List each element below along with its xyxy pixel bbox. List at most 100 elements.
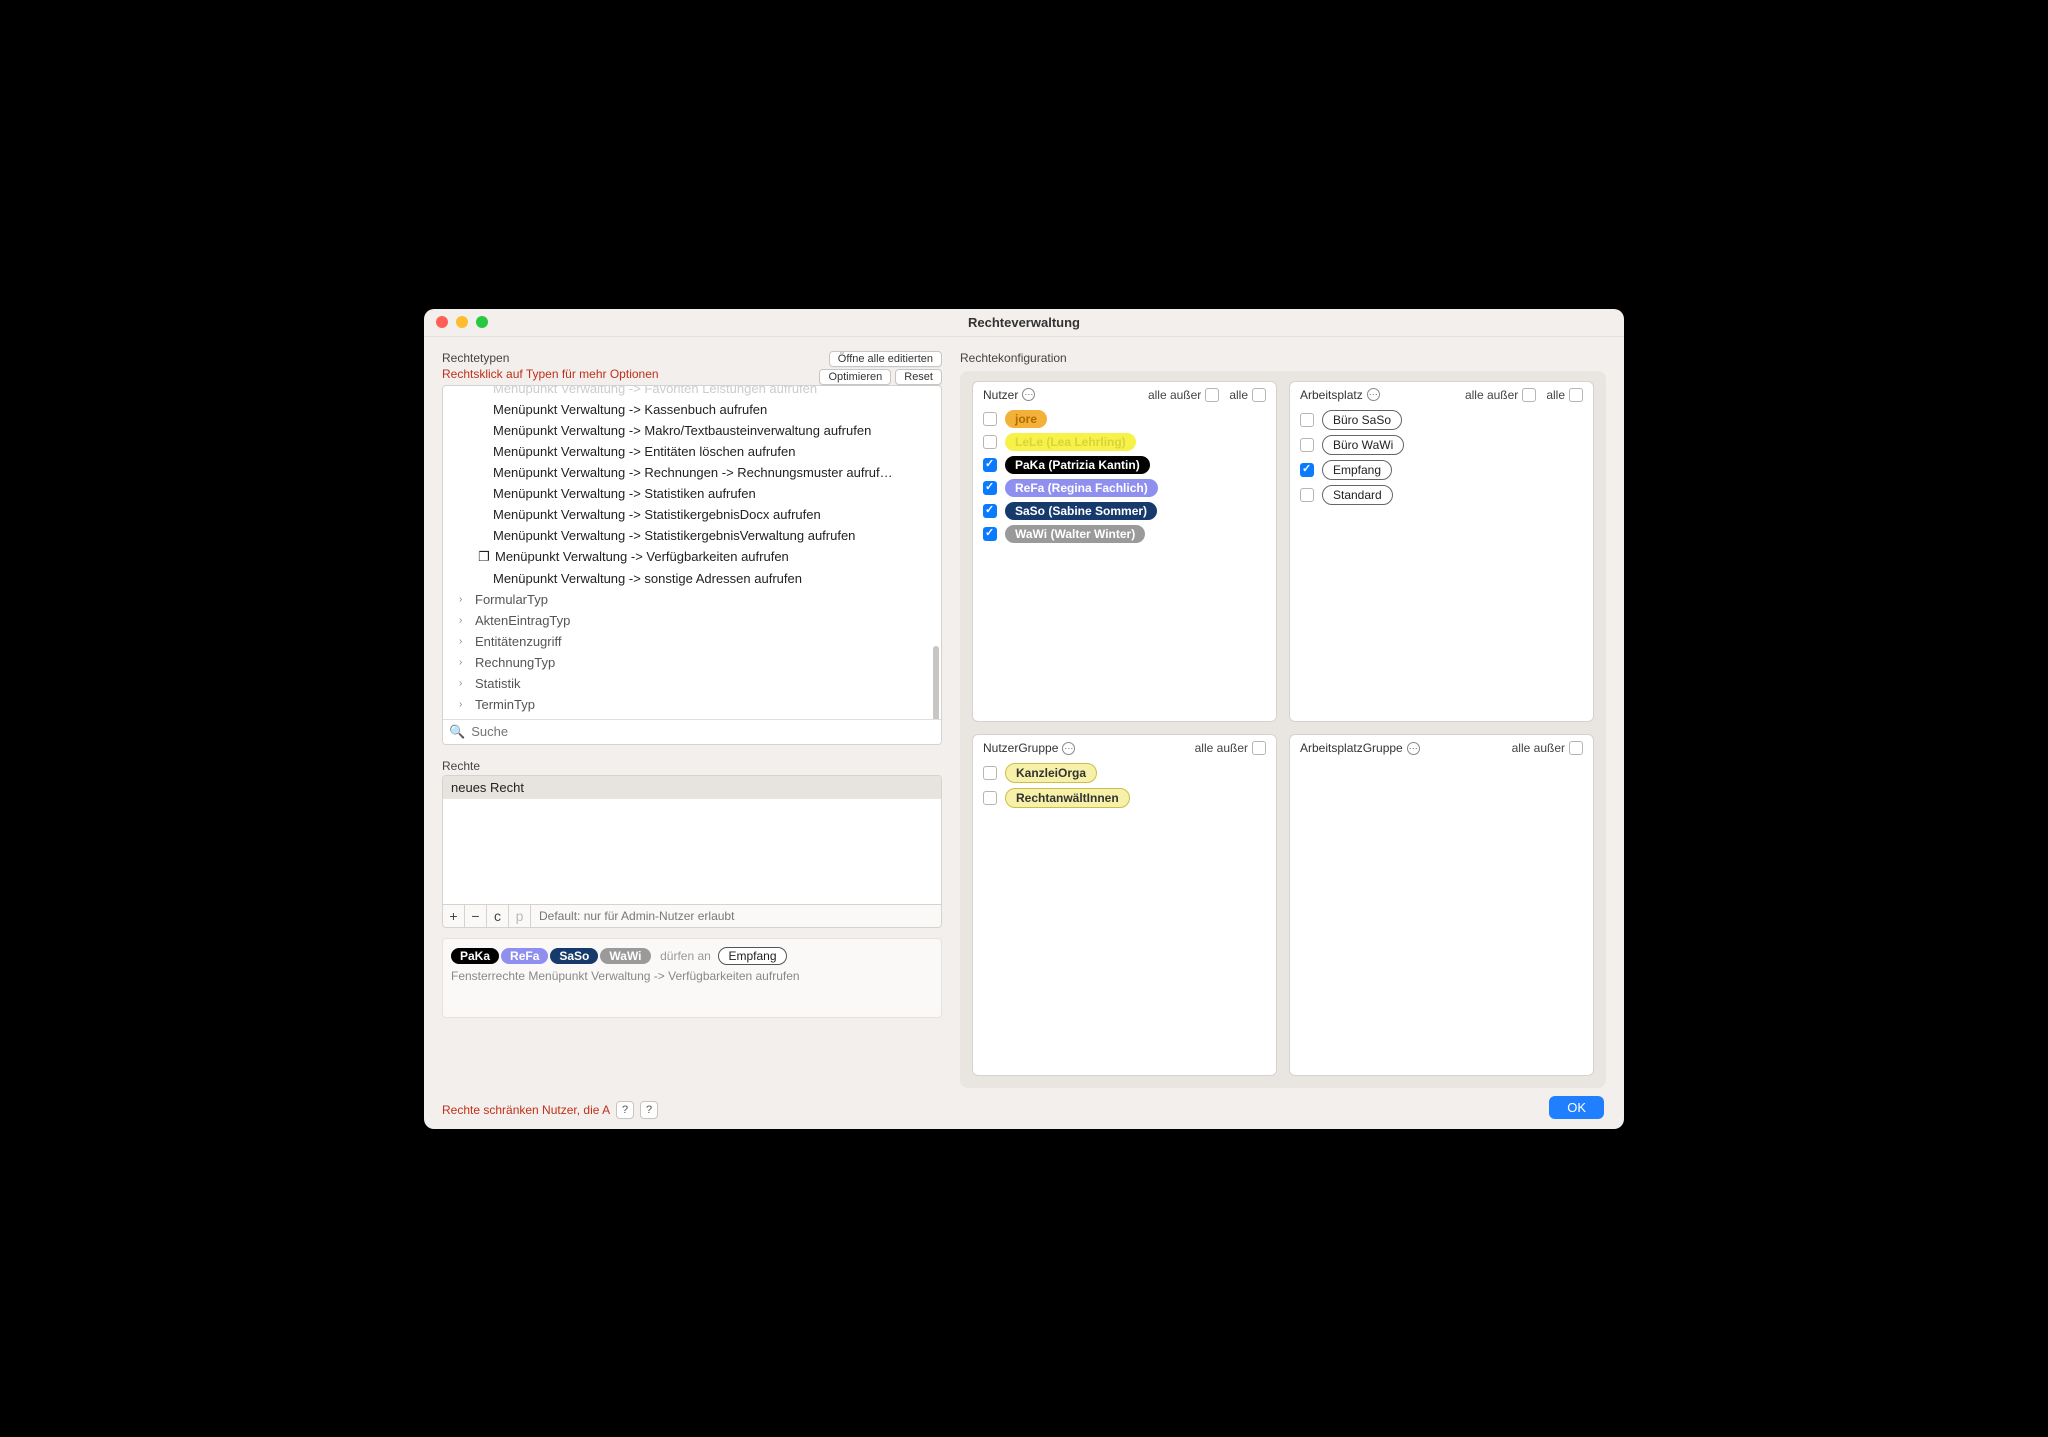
reset-button[interactable]: Reset [895, 369, 942, 385]
more-icon[interactable]: ⋯ [1367, 388, 1380, 401]
arbeitsplatz-row: Büro SaSo [1300, 410, 1583, 430]
help-button-2[interactable]: ? [640, 1101, 658, 1119]
arbeitsplatz-tag[interactable]: Standard [1322, 485, 1393, 505]
open-all-edited-button[interactable]: Öffne alle editierten [829, 351, 942, 367]
nutzergruppe-tag[interactable]: RechtanwältInnen [1005, 788, 1130, 808]
arbeitsplatz-checkbox[interactable] [1300, 438, 1314, 452]
tree-item-selected[interactable]: ❐ Menüpunkt Verwaltung -> Verfügbarkeite… [443, 546, 941, 568]
more-icon[interactable]: ⋯ [1062, 742, 1075, 755]
nutzergruppe-alle-ausser-checkbox[interactable] [1252, 741, 1266, 755]
nutzer-checkbox[interactable] [983, 412, 997, 426]
arbeitsplatz-row: Standard [1300, 485, 1583, 505]
tree-group[interactable]: › Statistik [443, 673, 941, 694]
tree-group[interactable]: ›Verschiedenes [443, 715, 941, 719]
scrollbar-thumb[interactable] [933, 646, 939, 719]
p-button[interactable]: p [509, 905, 531, 927]
chevron-right-icon: › [459, 636, 469, 647]
arbeitsplatz-checkbox[interactable] [1300, 488, 1314, 502]
arbeitsplatz-checkbox[interactable] [1300, 413, 1314, 427]
tree-item[interactable]: Menüpunkt Verwaltung -> Statistiken aufr… [443, 483, 941, 504]
nutzer-checkbox[interactable] [983, 458, 997, 472]
add-button[interactable]: + [443, 905, 465, 927]
nutzer-checkbox[interactable] [983, 504, 997, 518]
nutzer-alle-checkbox[interactable] [1252, 388, 1266, 402]
chevron-right-icon: › [459, 678, 469, 689]
nutzergruppe-checkbox[interactable] [983, 766, 997, 780]
tree-item-cut[interactable]: Menüpunkt Verwaltung -> Favoriten Leistu… [443, 386, 941, 399]
tree-group[interactable]: ›AktenEintragTyp [443, 610, 941, 631]
arbeitsplatz-tag[interactable]: Empfang [1322, 460, 1392, 480]
nutzer-alle-ausser-checkbox[interactable] [1205, 388, 1219, 402]
ok-button[interactable]: OK [1549, 1096, 1604, 1119]
nutzer-checkbox[interactable] [983, 527, 997, 541]
arbeitsplatz-tag[interactable]: Büro WaWi [1322, 435, 1404, 455]
tree-item[interactable]: Menüpunkt Verwaltung -> sonstige Adresse… [443, 568, 941, 589]
more-icon[interactable]: ⋯ [1022, 388, 1035, 401]
tree-item[interactable]: Menüpunkt Verwaltung -> Rechnungen -> Re… [443, 462, 941, 483]
arbeitsplatz-title: Arbeitsplatz [1300, 388, 1363, 402]
alle-ausser-label: alle außer [1465, 388, 1518, 402]
tree-item[interactable]: Menüpunkt Verwaltung -> Kassenbuch aufru… [443, 399, 941, 420]
search-icon: 🔍 [449, 724, 465, 740]
nutzer-tag[interactable]: PaKa (Patrizia Kantin) [1005, 456, 1150, 474]
arbeitsplatzgruppe-alle-ausser-checkbox[interactable] [1569, 741, 1583, 755]
nutzer-checkbox[interactable] [983, 435, 997, 449]
c-button[interactable]: c [487, 905, 509, 927]
tree-group-label: Statistik [475, 676, 521, 691]
optimize-button[interactable]: Optimieren [819, 369, 891, 385]
nutzergruppe-title: NutzerGruppe [983, 741, 1058, 755]
nutzer-row: SaSo (Sabine Sommer) [983, 502, 1266, 520]
tree-item[interactable]: Menüpunkt Verwaltung -> Statistikergebni… [443, 504, 941, 525]
help-button-1[interactable]: ? [616, 1101, 634, 1119]
tree-item[interactable]: Menüpunkt Verwaltung -> Statistikergebni… [443, 525, 941, 546]
nutzer-tag[interactable]: jore [1005, 410, 1047, 428]
rechte-list-item[interactable]: neues Recht [443, 776, 941, 799]
summary-pill: PaKa [451, 948, 499, 964]
tree-group-label: RechnungTyp [475, 655, 555, 670]
rechte-label: Rechte [442, 759, 942, 773]
tree-group[interactable]: ›TerminTyp [443, 694, 941, 715]
default-text: Default: nur für Admin-Nutzer erlaubt [531, 909, 941, 923]
alle-ausser-label: alle außer [1512, 741, 1565, 755]
rechte-list[interactable]: neues Recht [442, 775, 942, 905]
tree-item[interactable]: Menüpunkt Verwaltung -> Entitäten lösche… [443, 441, 941, 462]
nutzer-tag[interactable]: ReFa (Regina Fachlich) [1005, 479, 1158, 497]
nutzergruppe-tag[interactable]: KanzleiOrga [1005, 763, 1097, 783]
arbeitsplatzgruppe-title: ArbeitsplatzGruppe [1300, 741, 1403, 755]
arbeitsplatzgruppe-card: ArbeitsplatzGruppe ⋯ alle außer [1289, 734, 1594, 1076]
nutzer-tag[interactable]: SaSo (Sabine Sommer) [1005, 502, 1157, 520]
summary-box: PaKaReFaSaSoWaWi dürfen an Empfang Fenst… [442, 938, 942, 1018]
nutzer-row: ReFa (Regina Fachlich) [983, 479, 1266, 497]
summary-pill: WaWi [600, 948, 650, 964]
tree-group[interactable]: › FormularTyp [443, 589, 941, 610]
nutzer-tag[interactable]: WaWi (Walter Winter) [1005, 525, 1145, 543]
tree-group-label: TerminTyp [475, 697, 535, 712]
tree-group-label: Verschiedenes [475, 718, 560, 719]
tree-item[interactable]: Menüpunkt Verwaltung -> Makro/Textbauste… [443, 420, 941, 441]
tree-group-label: FormularTyp [475, 592, 548, 607]
tree-item-label: Menüpunkt Verwaltung -> Verfügbarkeiten … [495, 549, 789, 564]
alle-label: alle [1546, 388, 1565, 402]
chevron-right-icon: › [459, 594, 469, 605]
alle-ausser-label: alle außer [1195, 741, 1248, 755]
tree-group[interactable]: › Entitätenzugriff [443, 631, 941, 652]
arbeitsplatz-card: Arbeitsplatz ⋯ alle außer alle Büro SaSo… [1289, 381, 1594, 723]
tree-group[interactable]: ›RechnungTyp [443, 652, 941, 673]
more-icon[interactable]: ⋯ [1407, 742, 1420, 755]
nutzer-card: Nutzer ⋯ alle außer alle joreLeLe (Lea L… [972, 381, 1277, 723]
summary-description: Fensterrechte Menüpunkt Verwaltung -> Ve… [451, 969, 933, 983]
rechtetypen-tree[interactable]: Menüpunkt Verwaltung -> Favoriten Leistu… [442, 385, 942, 745]
nutzergruppe-card: NutzerGruppe ⋯ alle außer KanzleiOrga Rec… [972, 734, 1277, 1076]
arbeitsplatz-row: Empfang [1300, 460, 1583, 480]
arbeitsplatz-alle-ausser-checkbox[interactable] [1522, 388, 1536, 402]
nutzer-checkbox[interactable] [983, 481, 997, 495]
tree-group-label: Entitätenzugriff [475, 634, 561, 649]
arbeitsplatz-checkbox[interactable] [1300, 463, 1314, 477]
arbeitsplatz-alle-checkbox[interactable] [1569, 388, 1583, 402]
remove-button[interactable]: − [465, 905, 487, 927]
nutzer-tag[interactable]: LeLe (Lea Lehrling) [1005, 433, 1136, 451]
arbeitsplatz-tag[interactable]: Büro SaSo [1322, 410, 1402, 430]
nutzergruppe-checkbox[interactable] [983, 791, 997, 805]
search-input[interactable] [471, 724, 935, 739]
summary-pill: ReFa [501, 948, 548, 964]
